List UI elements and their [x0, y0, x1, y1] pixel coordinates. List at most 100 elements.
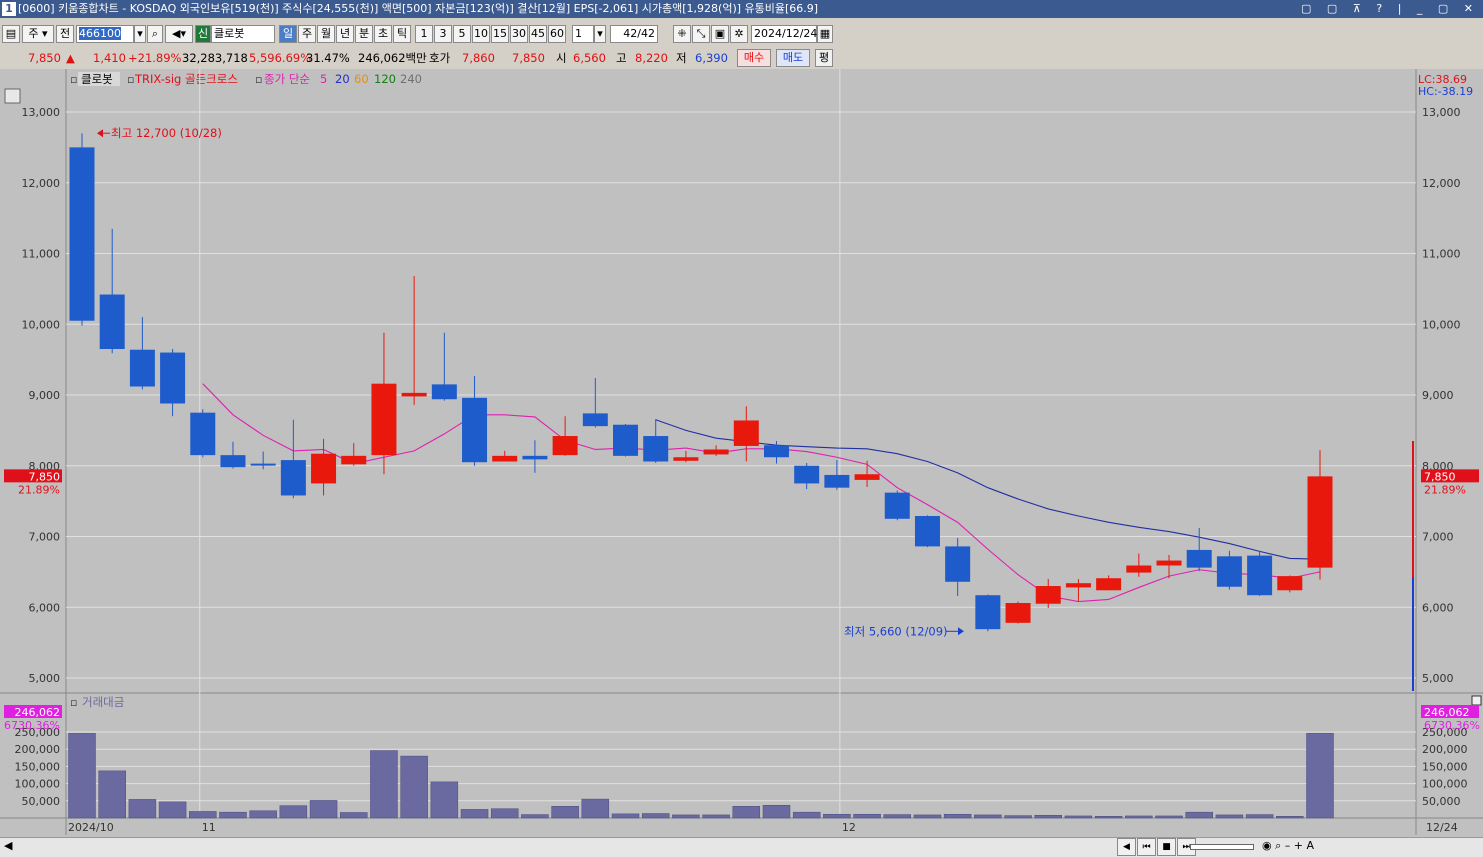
volume-bar[interactable]: [762, 805, 791, 819]
interval-button-15[interactable]: 15: [491, 25, 509, 43]
bottom-tools[interactable]: ◉ ⌕ – + A: [1262, 839, 1314, 853]
volume-bar[interactable]: [1004, 815, 1032, 819]
candle-body[interactable]: [160, 352, 186, 404]
candle-body[interactable]: [431, 384, 457, 400]
candle-body[interactable]: [1216, 556, 1242, 587]
volume-bar[interactable]: [823, 813, 851, 819]
volume-bar[interactable]: [1276, 816, 1304, 819]
volume-bar[interactable]: [1245, 814, 1274, 819]
interval-button-45[interactable]: 45: [529, 25, 547, 43]
stock-code-input[interactable]: 466100: [76, 25, 134, 43]
candle-body[interactable]: [854, 474, 880, 480]
candle-body[interactable]: [552, 436, 578, 456]
candle-body[interactable]: [643, 436, 669, 462]
volume-bar[interactable]: [490, 808, 519, 819]
volume-bar[interactable]: [68, 733, 96, 819]
volume-bar[interactable]: [249, 810, 277, 819]
volume-bar[interactable]: [1094, 816, 1123, 819]
scroll-left-icon[interactable]: ◀: [4, 839, 12, 852]
sound-icon[interactable]: ◀▾: [165, 25, 193, 43]
candle-body[interactable]: [69, 147, 95, 321]
save-icon[interactable]: ▣: [711, 25, 729, 43]
candle-body[interactable]: [733, 420, 759, 446]
chart-settings-icon[interactable]: [4, 88, 21, 104]
zoom-icon[interactable]: ⤡: [692, 25, 710, 43]
candle-body[interactable]: [1247, 555, 1273, 596]
interval-button-5[interactable]: 5: [453, 25, 471, 43]
period-button-4[interactable]: 분: [355, 25, 373, 43]
crosshair-icon[interactable]: ⁜: [673, 25, 691, 43]
volume-bar[interactable]: [581, 798, 610, 819]
candle-body[interactable]: [401, 392, 427, 397]
candle-body[interactable]: [945, 546, 971, 582]
volume-legend-toggle-icon[interactable]: ▫: [70, 696, 77, 709]
volume-bar[interactable]: [370, 750, 398, 819]
candle-body[interactable]: [975, 595, 1001, 630]
volume-bar[interactable]: [883, 814, 912, 819]
candle-body[interactable]: [1186, 549, 1212, 568]
legend-toggle-icon[interactable]: ▫: [70, 73, 77, 86]
legend-ma-toggle-icon[interactable]: ▫: [255, 73, 262, 86]
count-dropdown-icon[interactable]: ▾: [594, 25, 606, 43]
volume-bar[interactable]: [853, 813, 881, 819]
volume-bar[interactable]: [1155, 815, 1183, 819]
period-button-3[interactable]: 년: [336, 25, 354, 43]
candle-body[interactable]: [250, 463, 276, 466]
candle-body[interactable]: [129, 349, 155, 387]
date-input[interactable]: 2024/12/24: [751, 25, 817, 43]
candle-body[interactable]: [462, 397, 488, 463]
code-dropdown-icon[interactable]: ▾: [134, 25, 146, 43]
volume-bar[interactable]: [400, 755, 428, 819]
candle-body[interactable]: [220, 455, 246, 468]
volume-bar[interactable]: [1185, 811, 1213, 819]
period-button-0[interactable]: 일: [279, 25, 297, 43]
volume-bar[interactable]: [460, 809, 489, 819]
candle-body[interactable]: [1035, 586, 1061, 604]
volume-bar[interactable]: [219, 811, 247, 819]
volume-bar[interactable]: [974, 814, 1002, 819]
candle-body[interactable]: [673, 457, 699, 461]
buy-button[interactable]: 매수: [737, 49, 771, 67]
candlestick-chart[interactable]: ▫ 클로봇 ▫ TRIX-sig 골든크로스 ▫ 종가 단순 5 20 60 1…: [0, 69, 1483, 837]
candle-body[interactable]: [371, 383, 397, 456]
scope-button[interactable]: 전: [56, 25, 74, 43]
volume-bar[interactable]: [672, 814, 700, 819]
stock-name-field[interactable]: 클로봇: [211, 25, 275, 43]
candle-body[interactable]: [794, 465, 820, 484]
volume-bar[interactable]: [430, 781, 459, 819]
volume-pane-close-icon[interactable]: [1471, 695, 1482, 706]
scroll-button-1[interactable]: ⏮: [1137, 838, 1156, 856]
volume-bar[interactable]: [158, 801, 187, 819]
market-select[interactable]: 주 ▾: [22, 25, 54, 43]
scroll-button-2[interactable]: ■: [1157, 838, 1176, 856]
interval-button-1[interactable]: 1: [415, 25, 433, 43]
volume-bar[interactable]: [1306, 733, 1334, 819]
candle-body[interactable]: [311, 453, 337, 484]
candle-body[interactable]: [582, 413, 608, 427]
volume-bar[interactable]: [611, 813, 640, 819]
search-icon[interactable]: ⌕: [147, 25, 163, 43]
interval-button-60[interactable]: 60: [548, 25, 566, 43]
volume-bar[interactable]: [913, 814, 942, 819]
interval-count-input[interactable]: 1: [572, 25, 594, 43]
candle-body[interactable]: [703, 449, 729, 455]
candle-body[interactable]: [763, 445, 789, 458]
legend-indicator-toggle-icon[interactable]: ▫: [127, 73, 134, 86]
candle-body[interactable]: [824, 474, 850, 488]
candle-body[interactable]: [613, 424, 639, 456]
volume-bar[interactable]: [1125, 815, 1153, 819]
candle-body[interactable]: [522, 455, 548, 460]
candle-body[interactable]: [280, 460, 306, 496]
candle-body[interactable]: [1065, 583, 1091, 588]
period-button-5[interactable]: 초: [374, 25, 392, 43]
candle-body[interactable]: [1126, 565, 1152, 573]
volume-bar[interactable]: [521, 814, 549, 819]
sell-button[interactable]: 매도: [776, 49, 810, 67]
volume-bar[interactable]: [702, 814, 730, 819]
volume-bar[interactable]: [340, 812, 368, 819]
interval-button-30[interactable]: 30: [510, 25, 528, 43]
scroll-button-0[interactable]: ◀: [1117, 838, 1136, 856]
gear-icon[interactable]: ✲: [730, 25, 748, 43]
volume-bar[interactable]: [732, 806, 761, 819]
window-controls[interactable]: ▢ ▢ ⊼ ? | _ ▢ ✕: [1301, 0, 1479, 18]
